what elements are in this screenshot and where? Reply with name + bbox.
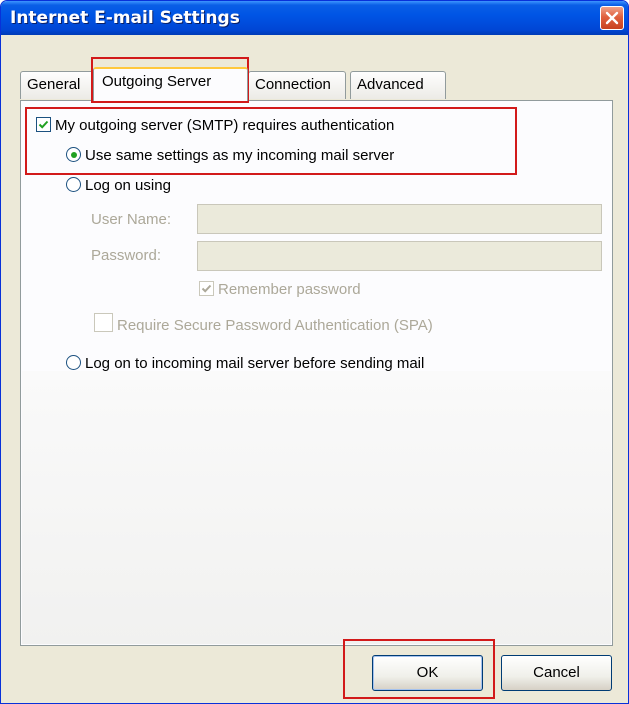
tab-general[interactable]: General [20,71,94,99]
tab-general-label: General [27,76,81,93]
spa-checkbox[interactable] [94,313,113,332]
log-on-incoming-option[interactable]: Log on to incoming mail server before se… [66,355,424,372]
tab-connection-label: Connection [255,76,331,93]
highlight-authentication-options [25,107,517,175]
tab-connection[interactable]: Connection [248,71,346,99]
outgoing-server-panel: My outgoing server (SMTP) requires authe… [20,100,613,646]
password-field[interactable] [197,241,602,271]
password-label: Password: [91,247,162,264]
highlight-ok-button [343,639,495,699]
username-field[interactable] [197,204,602,234]
spa-label: Require Secure Password Authentication (… [117,317,433,334]
remember-password-option[interactable]: Remember password [199,281,361,298]
close-icon [605,11,619,25]
window-title: Internet E-mail Settings [10,8,240,28]
close-button[interactable] [600,6,624,30]
log-on-incoming-label: Log on to incoming mail server before se… [85,355,425,372]
checkmark-icon [201,284,212,293]
remember-password-checkbox[interactable] [199,281,214,296]
cancel-button[interactable]: Cancel [501,655,612,691]
tab-advanced-label: Advanced [357,76,424,93]
panel-background [22,371,611,644]
tab-outgoing-server[interactable]: Outgoing Server [93,67,248,101]
spa-option[interactable]: Require Secure Password Authentication (… [94,313,433,334]
title-bar[interactable]: Internet E-mail Settings [1,1,628,35]
tab-outgoing-server-label: Outgoing Server [102,73,212,90]
log-on-using-radio[interactable] [66,177,81,192]
log-on-using-label: Log on using [85,177,171,194]
log-on-using-option[interactable]: Log on using [66,177,171,194]
username-label: User Name: [91,211,172,228]
remember-password-label: Remember password [218,281,361,298]
tab-advanced[interactable]: Advanced [350,71,446,99]
log-on-incoming-radio[interactable] [66,355,81,370]
internet-email-settings-dialog: Internet E-mail Settings General Outgoin… [0,0,629,704]
